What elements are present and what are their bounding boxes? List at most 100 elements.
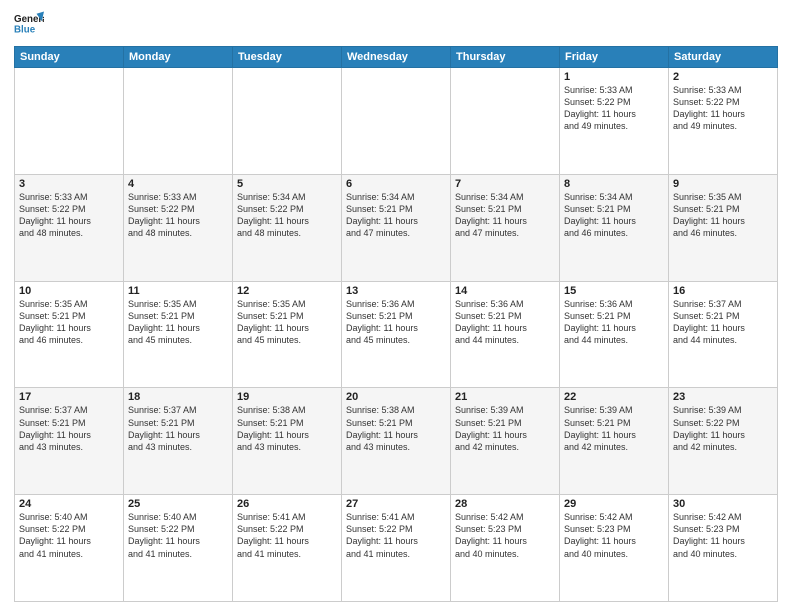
day-number: 18 bbox=[128, 391, 228, 403]
day-number: 27 bbox=[346, 498, 446, 510]
day-number: 28 bbox=[455, 498, 555, 510]
calendar-cell: 4Sunrise: 5:33 AM Sunset: 5:22 PM Daylig… bbox=[124, 174, 233, 281]
calendar-cell: 12Sunrise: 5:35 AM Sunset: 5:21 PM Dayli… bbox=[233, 281, 342, 388]
calendar-cell: 2Sunrise: 5:33 AM Sunset: 5:22 PM Daylig… bbox=[669, 68, 778, 175]
day-info: Sunrise: 5:35 AM Sunset: 5:21 PM Dayligh… bbox=[237, 298, 337, 347]
day-info: Sunrise: 5:40 AM Sunset: 5:22 PM Dayligh… bbox=[19, 511, 119, 560]
calendar-cell: 1Sunrise: 5:33 AM Sunset: 5:22 PM Daylig… bbox=[560, 68, 669, 175]
weekday-header-row: SundayMondayTuesdayWednesdayThursdayFrid… bbox=[15, 47, 778, 68]
week-row-3: 10Sunrise: 5:35 AM Sunset: 5:21 PM Dayli… bbox=[15, 281, 778, 388]
header: GeneralBlue bbox=[14, 10, 778, 40]
calendar-cell: 26Sunrise: 5:41 AM Sunset: 5:22 PM Dayli… bbox=[233, 495, 342, 602]
day-info: Sunrise: 5:34 AM Sunset: 5:21 PM Dayligh… bbox=[564, 191, 664, 240]
day-number: 26 bbox=[237, 498, 337, 510]
day-info: Sunrise: 5:36 AM Sunset: 5:21 PM Dayligh… bbox=[564, 298, 664, 347]
day-number: 30 bbox=[673, 498, 773, 510]
day-info: Sunrise: 5:38 AM Sunset: 5:21 PM Dayligh… bbox=[237, 404, 337, 453]
calendar-cell: 3Sunrise: 5:33 AM Sunset: 5:22 PM Daylig… bbox=[15, 174, 124, 281]
calendar-cell: 25Sunrise: 5:40 AM Sunset: 5:22 PM Dayli… bbox=[124, 495, 233, 602]
calendar-table: SundayMondayTuesdayWednesdayThursdayFrid… bbox=[14, 46, 778, 602]
calendar-cell: 17Sunrise: 5:37 AM Sunset: 5:21 PM Dayli… bbox=[15, 388, 124, 495]
day-number: 20 bbox=[346, 391, 446, 403]
weekday-header-saturday: Saturday bbox=[669, 47, 778, 68]
day-number: 7 bbox=[455, 178, 555, 190]
calendar-cell: 10Sunrise: 5:35 AM Sunset: 5:21 PM Dayli… bbox=[15, 281, 124, 388]
calendar-cell: 22Sunrise: 5:39 AM Sunset: 5:21 PM Dayli… bbox=[560, 388, 669, 495]
calendar-cell: 23Sunrise: 5:39 AM Sunset: 5:22 PM Dayli… bbox=[669, 388, 778, 495]
day-number: 1 bbox=[564, 71, 664, 83]
day-number: 3 bbox=[19, 178, 119, 190]
calendar-cell: 8Sunrise: 5:34 AM Sunset: 5:21 PM Daylig… bbox=[560, 174, 669, 281]
day-info: Sunrise: 5:40 AM Sunset: 5:22 PM Dayligh… bbox=[128, 511, 228, 560]
calendar-cell: 11Sunrise: 5:35 AM Sunset: 5:21 PM Dayli… bbox=[124, 281, 233, 388]
calendar-cell: 6Sunrise: 5:34 AM Sunset: 5:21 PM Daylig… bbox=[342, 174, 451, 281]
calendar-cell: 21Sunrise: 5:39 AM Sunset: 5:21 PM Dayli… bbox=[451, 388, 560, 495]
calendar-cell: 20Sunrise: 5:38 AM Sunset: 5:21 PM Dayli… bbox=[342, 388, 451, 495]
day-info: Sunrise: 5:35 AM Sunset: 5:21 PM Dayligh… bbox=[19, 298, 119, 347]
day-info: Sunrise: 5:39 AM Sunset: 5:22 PM Dayligh… bbox=[673, 404, 773, 453]
day-number: 29 bbox=[564, 498, 664, 510]
logo: GeneralBlue bbox=[14, 10, 44, 40]
week-row-5: 24Sunrise: 5:40 AM Sunset: 5:22 PM Dayli… bbox=[15, 495, 778, 602]
day-number: 4 bbox=[128, 178, 228, 190]
day-info: Sunrise: 5:37 AM Sunset: 5:21 PM Dayligh… bbox=[19, 404, 119, 453]
day-number: 2 bbox=[673, 71, 773, 83]
weekday-header-thursday: Thursday bbox=[451, 47, 560, 68]
calendar-cell: 18Sunrise: 5:37 AM Sunset: 5:21 PM Dayli… bbox=[124, 388, 233, 495]
calendar-cell bbox=[124, 68, 233, 175]
day-info: Sunrise: 5:41 AM Sunset: 5:22 PM Dayligh… bbox=[346, 511, 446, 560]
day-info: Sunrise: 5:42 AM Sunset: 5:23 PM Dayligh… bbox=[673, 511, 773, 560]
day-number: 6 bbox=[346, 178, 446, 190]
day-number: 12 bbox=[237, 285, 337, 297]
weekday-header-tuesday: Tuesday bbox=[233, 47, 342, 68]
calendar-cell: 29Sunrise: 5:42 AM Sunset: 5:23 PM Dayli… bbox=[560, 495, 669, 602]
day-number: 16 bbox=[673, 285, 773, 297]
day-number: 14 bbox=[455, 285, 555, 297]
day-number: 8 bbox=[564, 178, 664, 190]
day-info: Sunrise: 5:37 AM Sunset: 5:21 PM Dayligh… bbox=[128, 404, 228, 453]
week-row-2: 3Sunrise: 5:33 AM Sunset: 5:22 PM Daylig… bbox=[15, 174, 778, 281]
day-info: Sunrise: 5:33 AM Sunset: 5:22 PM Dayligh… bbox=[128, 191, 228, 240]
day-info: Sunrise: 5:35 AM Sunset: 5:21 PM Dayligh… bbox=[128, 298, 228, 347]
day-info: Sunrise: 5:41 AM Sunset: 5:22 PM Dayligh… bbox=[237, 511, 337, 560]
calendar-cell: 28Sunrise: 5:42 AM Sunset: 5:23 PM Dayli… bbox=[451, 495, 560, 602]
weekday-header-sunday: Sunday bbox=[15, 47, 124, 68]
calendar-cell: 9Sunrise: 5:35 AM Sunset: 5:21 PM Daylig… bbox=[669, 174, 778, 281]
calendar-cell: 15Sunrise: 5:36 AM Sunset: 5:21 PM Dayli… bbox=[560, 281, 669, 388]
svg-text:Blue: Blue bbox=[14, 25, 36, 36]
week-row-4: 17Sunrise: 5:37 AM Sunset: 5:21 PM Dayli… bbox=[15, 388, 778, 495]
day-info: Sunrise: 5:39 AM Sunset: 5:21 PM Dayligh… bbox=[455, 404, 555, 453]
day-info: Sunrise: 5:34 AM Sunset: 5:22 PM Dayligh… bbox=[237, 191, 337, 240]
weekday-header-wednesday: Wednesday bbox=[342, 47, 451, 68]
week-row-1: 1Sunrise: 5:33 AM Sunset: 5:22 PM Daylig… bbox=[15, 68, 778, 175]
day-number: 25 bbox=[128, 498, 228, 510]
day-info: Sunrise: 5:37 AM Sunset: 5:21 PM Dayligh… bbox=[673, 298, 773, 347]
logo-icon: GeneralBlue bbox=[14, 10, 44, 40]
calendar-cell bbox=[342, 68, 451, 175]
day-number: 19 bbox=[237, 391, 337, 403]
weekday-header-friday: Friday bbox=[560, 47, 669, 68]
day-number: 9 bbox=[673, 178, 773, 190]
calendar-cell: 14Sunrise: 5:36 AM Sunset: 5:21 PM Dayli… bbox=[451, 281, 560, 388]
day-info: Sunrise: 5:36 AM Sunset: 5:21 PM Dayligh… bbox=[455, 298, 555, 347]
day-info: Sunrise: 5:36 AM Sunset: 5:21 PM Dayligh… bbox=[346, 298, 446, 347]
day-info: Sunrise: 5:33 AM Sunset: 5:22 PM Dayligh… bbox=[19, 191, 119, 240]
calendar-cell: 13Sunrise: 5:36 AM Sunset: 5:21 PM Dayli… bbox=[342, 281, 451, 388]
day-number: 21 bbox=[455, 391, 555, 403]
day-number: 13 bbox=[346, 285, 446, 297]
day-number: 24 bbox=[19, 498, 119, 510]
day-number: 10 bbox=[19, 285, 119, 297]
calendar-cell bbox=[451, 68, 560, 175]
day-info: Sunrise: 5:35 AM Sunset: 5:21 PM Dayligh… bbox=[673, 191, 773, 240]
calendar-cell: 27Sunrise: 5:41 AM Sunset: 5:22 PM Dayli… bbox=[342, 495, 451, 602]
day-info: Sunrise: 5:34 AM Sunset: 5:21 PM Dayligh… bbox=[346, 191, 446, 240]
day-info: Sunrise: 5:33 AM Sunset: 5:22 PM Dayligh… bbox=[564, 84, 664, 133]
calendar-cell bbox=[15, 68, 124, 175]
day-info: Sunrise: 5:42 AM Sunset: 5:23 PM Dayligh… bbox=[455, 511, 555, 560]
day-number: 22 bbox=[564, 391, 664, 403]
day-number: 17 bbox=[19, 391, 119, 403]
calendar-cell: 5Sunrise: 5:34 AM Sunset: 5:22 PM Daylig… bbox=[233, 174, 342, 281]
day-info: Sunrise: 5:33 AM Sunset: 5:22 PM Dayligh… bbox=[673, 84, 773, 133]
day-info: Sunrise: 5:34 AM Sunset: 5:21 PM Dayligh… bbox=[455, 191, 555, 240]
page: GeneralBlue SundayMondayTuesdayWednesday… bbox=[0, 0, 792, 612]
